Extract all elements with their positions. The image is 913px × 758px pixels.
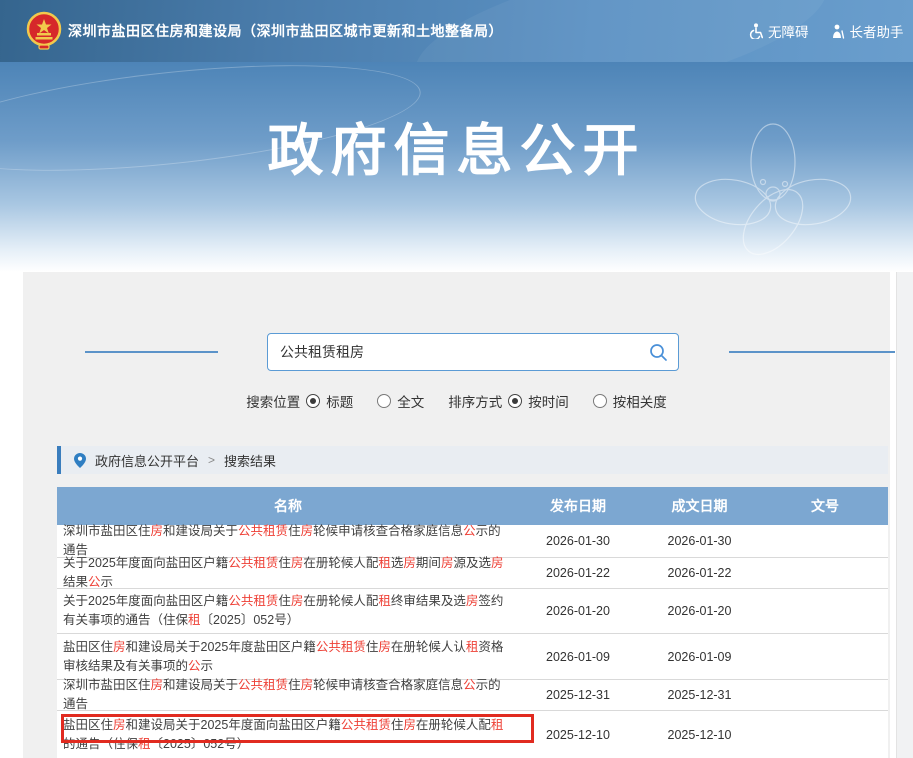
- national-emblem-logo: [24, 11, 64, 51]
- keyword-highlight: 公共租赁: [228, 594, 278, 608]
- breadcrumb-separator: >: [208, 453, 215, 467]
- doc-title-link[interactable]: 关于2025年度面向盐田区户籍公共租赁住房在册轮候人配租终审结果及选房签约有关事…: [57, 592, 519, 630]
- keyword-highlight: 房: [291, 594, 304, 608]
- sort-group-label: 排序方式: [448, 391, 502, 411]
- col-header-name: 名称: [57, 496, 519, 516]
- radio-by-time-label: 按时间: [528, 391, 569, 411]
- keyword-highlight: 房: [441, 556, 454, 570]
- keyword-highlight: 公共租赁: [341, 718, 391, 732]
- radio-fulltext-label: 全文: [397, 391, 424, 411]
- keyword-highlight: 租: [378, 594, 391, 608]
- search-button[interactable]: [638, 334, 678, 370]
- keyword-highlight: 租: [138, 737, 151, 751]
- keyword-highlight: 公共租赁: [238, 678, 288, 692]
- written-date-cell: 2026-01-22: [637, 566, 762, 580]
- top-links: 无障碍 长者助手 收藏: [748, 0, 913, 62]
- keyword-highlight: 房: [466, 594, 479, 608]
- search-box: [267, 333, 679, 371]
- breadcrumb: 政府信息公开平台 > 搜索结果: [57, 446, 888, 474]
- breadcrumb-current: 搜索结果: [224, 451, 276, 470]
- location-pin-icon: [74, 453, 86, 468]
- keyword-highlight: 公: [188, 659, 201, 673]
- keyword-highlight: 房: [301, 524, 314, 538]
- table-row[interactable]: 盐田区住房和建设局关于2025年度面向盐田区户籍公共租赁住房在册轮候人配租的通告…: [57, 711, 888, 758]
- radio-by-relevance-label: 按相关度: [613, 391, 667, 411]
- written-date-cell: 2025-12-10: [637, 728, 762, 742]
- publish-date-cell: 2025-12-31: [519, 688, 637, 702]
- written-date-cell: 2026-01-20: [637, 604, 762, 618]
- site-title: 深圳市盐田区住房和建设局（深圳市盐田区城市更新和土地整备局）: [68, 0, 503, 62]
- table-row[interactable]: 关于2025年度面向盐田区户籍公共租赁住房在册轮候人配租选房期间房源及选房结果公…: [57, 558, 888, 589]
- radio-title[interactable]: 标题: [306, 391, 353, 411]
- top-bar: 深圳市盐田区住房和建设局（深圳市盐田区城市更新和土地整备局） 无障碍 长者助手: [0, 0, 913, 62]
- doc-title-link[interactable]: 深圳市盐田区住房和建设局关于公共租赁住房轮候申请核查合格家庭信息公示的通告: [57, 676, 519, 714]
- radio-fulltext[interactable]: 全文: [377, 391, 424, 411]
- keyword-highlight: 租: [491, 718, 504, 732]
- radio-by-relevance[interactable]: 按相关度: [593, 391, 667, 411]
- col-header-publish-date: 发布日期: [519, 496, 637, 516]
- col-header-doc-number: 文号: [762, 496, 888, 516]
- elder-helper-link[interactable]: 长者助手: [831, 21, 904, 41]
- doc-title-link[interactable]: 盐田区住房和建设局关于2025年度盐田区户籍公共租赁住房在册轮候人认租资格审核结…: [57, 638, 519, 676]
- keyword-highlight: 公共租赁: [228, 556, 278, 570]
- keyword-highlight: 房: [113, 718, 126, 732]
- accessibility-link[interactable]: 无障碍: [748, 21, 809, 41]
- scrollbar-track[interactable]: [896, 272, 913, 758]
- keyword-highlight: 房: [151, 678, 164, 692]
- keyword-highlight: 公: [88, 575, 101, 589]
- publish-date-cell: 2026-01-22: [519, 566, 637, 580]
- accessibility-label: 无障碍: [768, 21, 809, 41]
- divider-line-left: [85, 351, 218, 353]
- written-date-cell: 2026-01-30: [637, 534, 762, 548]
- search-filters: 搜索位置 标题 全文 排序方式 按时间 按相关度: [0, 391, 913, 411]
- radio-by-relevance-circle[interactable]: [593, 394, 607, 408]
- keyword-highlight: 房: [378, 640, 391, 654]
- keyword-highlight: 租: [188, 613, 201, 627]
- keyword-highlight: 房: [403, 718, 416, 732]
- radio-by-time-circle[interactable]: [508, 394, 522, 408]
- radio-title-circle[interactable]: [306, 394, 320, 408]
- search-input[interactable]: [268, 344, 638, 360]
- elder-icon: [831, 24, 845, 39]
- table-row[interactable]: 关于2025年度面向盐田区户籍公共租赁住房在册轮候人配租终审结果及选房签约有关事…: [57, 589, 888, 634]
- page-title: 政府信息公开: [0, 106, 913, 187]
- keyword-highlight: 公: [463, 524, 476, 538]
- keyword-highlight: 房: [291, 556, 304, 570]
- table-body: 深圳市盐田区住房和建设局关于公共租赁住房轮候申请核查合格家庭信息公示的通告202…: [57, 525, 888, 758]
- keyword-highlight: 房: [403, 556, 416, 570]
- keyword-highlight: 房: [113, 640, 126, 654]
- keyword-highlight: 公共租赁: [316, 640, 366, 654]
- publish-date-cell: 2025-12-10: [519, 728, 637, 742]
- table-header: 名称 发布日期 成文日期 文号: [57, 487, 888, 525]
- elder-helper-label: 长者助手: [850, 21, 904, 41]
- browser-page: 深圳市盐田区住房和建设局（深圳市盐田区城市更新和土地整备局） 无障碍 长者助手: [0, 0, 913, 758]
- publish-date-cell: 2026-01-30: [519, 534, 637, 548]
- publish-date-cell: 2026-01-09: [519, 650, 637, 664]
- banner: 政府信息公开: [0, 62, 913, 272]
- keyword-highlight: 租: [466, 640, 479, 654]
- divider-line-right: [729, 351, 895, 353]
- keyword-highlight: 公共租赁: [238, 524, 288, 538]
- doc-title-link[interactable]: 关于2025年度面向盐田区户籍公共租赁住房在册轮候人配租选房期间房源及选房结果公…: [57, 554, 519, 592]
- keyword-highlight: 租: [378, 556, 391, 570]
- keyword-highlight: 房: [491, 556, 504, 570]
- breadcrumb-root[interactable]: 政府信息公开平台: [95, 451, 199, 470]
- written-date-cell: 2026-01-09: [637, 650, 762, 664]
- table-row[interactable]: 深圳市盐田区住房和建设局关于公共租赁住房轮候申请核查合格家庭信息公示的通告202…: [57, 680, 888, 711]
- radio-title-label: 标题: [326, 391, 353, 411]
- col-header-written-date: 成文日期: [637, 496, 762, 516]
- doc-title-link[interactable]: 盐田区住房和建设局关于2025年度面向盐田区户籍公共租赁住房在册轮候人配租的通告…: [57, 716, 519, 754]
- publish-date-cell: 2026-01-20: [519, 604, 637, 618]
- accessibility-icon: [748, 23, 763, 39]
- radio-fulltext-circle[interactable]: [377, 394, 391, 408]
- keyword-highlight: 公: [463, 678, 476, 692]
- keyword-highlight: 房: [151, 524, 164, 538]
- keyword-highlight: 房: [301, 678, 314, 692]
- written-date-cell: 2025-12-31: [637, 688, 762, 702]
- search-icon: [649, 343, 668, 362]
- radio-by-time[interactable]: 按时间: [508, 391, 569, 411]
- position-group-label: 搜索位置: [246, 391, 300, 411]
- table-row[interactable]: 盐田区住房和建设局关于2025年度盐田区户籍公共租赁住房在册轮候人认租资格审核结…: [57, 634, 888, 680]
